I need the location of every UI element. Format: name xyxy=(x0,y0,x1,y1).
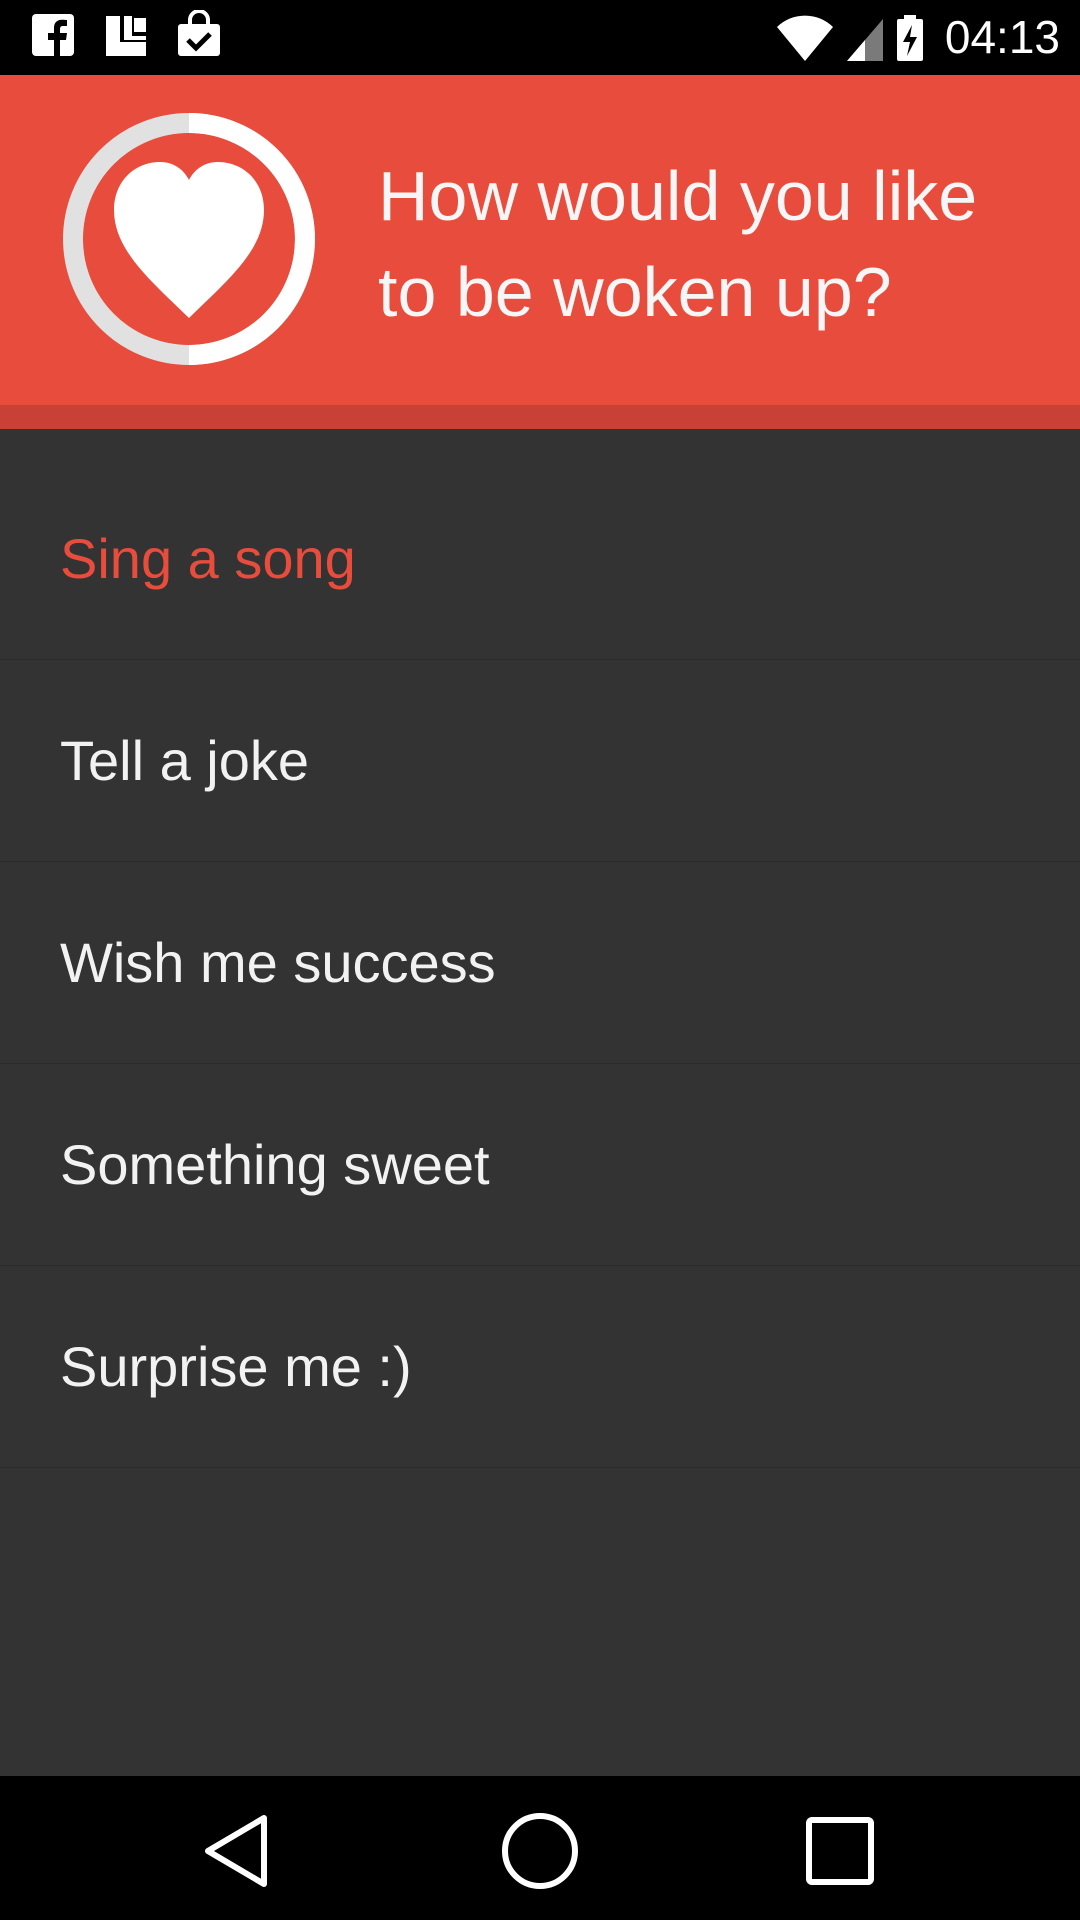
facebook-icon xyxy=(32,14,74,56)
battery-charging-icon xyxy=(896,14,923,61)
option-something-sweet[interactable]: Something sweet xyxy=(0,1064,1080,1266)
wifi-icon xyxy=(776,15,833,61)
header-divider xyxy=(0,405,1080,429)
heart-icon xyxy=(63,113,315,365)
status-clock: 04:13 xyxy=(944,11,1060,63)
option-tell-a-joke[interactable]: Tell a joke xyxy=(0,660,1080,862)
system-icons: 04:13 xyxy=(775,10,1060,65)
home-icon[interactable] xyxy=(495,1806,585,1896)
wake-options-list: Sing a song Tell a joke Wish me success … xyxy=(0,458,1080,1468)
recents-icon[interactable] xyxy=(795,1806,885,1896)
option-wish-me-success[interactable]: Wish me success xyxy=(0,862,1080,1064)
status-bar: 04:13 xyxy=(0,0,1080,75)
notification-icons xyxy=(30,10,224,60)
play-store-icon xyxy=(178,10,220,56)
navigation-bar xyxy=(0,1776,1080,1920)
cell-signal-icon xyxy=(846,18,883,61)
back-icon[interactable] xyxy=(192,1806,282,1896)
ledger-app-icon xyxy=(106,16,146,56)
page-title: How would you like to be woken up? xyxy=(378,157,978,331)
option-surprise-me[interactable]: Surprise me :) xyxy=(0,1266,1080,1468)
option-sing-a-song[interactable]: Sing a song xyxy=(0,458,1080,660)
